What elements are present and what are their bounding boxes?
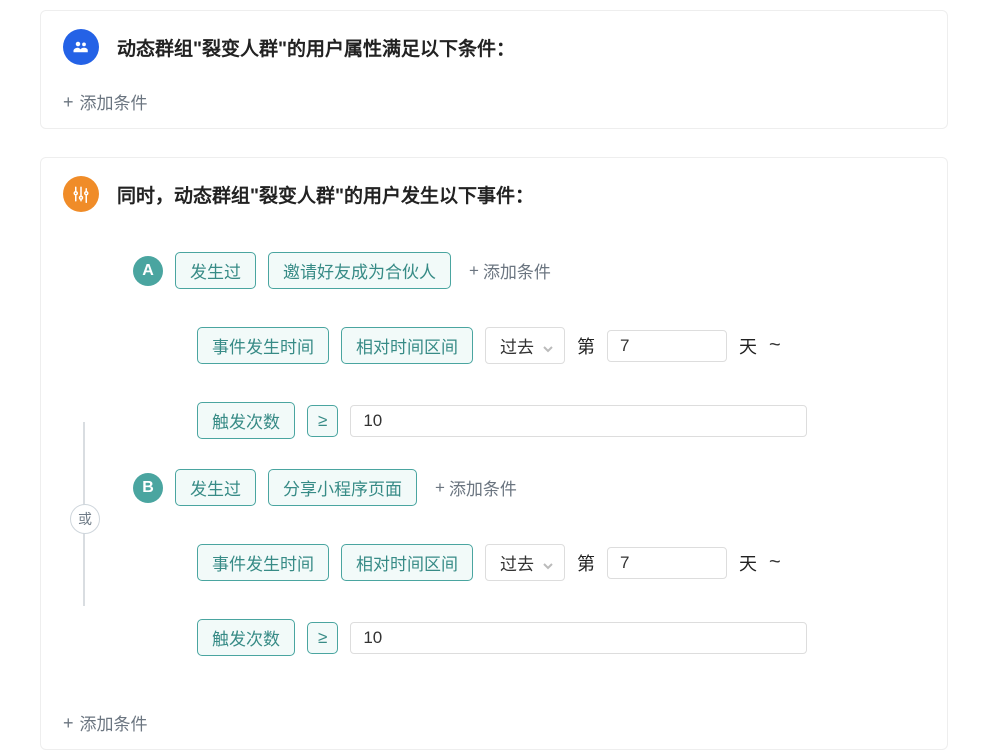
time-mode-tag-a[interactable]: 相对时间区间	[341, 327, 473, 364]
event-b-row1: B 发生过 分享小程序页面 + 添加条件	[133, 469, 807, 506]
occurred-tag-b[interactable]: 发生过	[175, 469, 256, 506]
time-label-tag-b[interactable]: 事件发生时间	[197, 544, 329, 581]
event-b-row2: 事件发生时间 相对时间区间 过去 第 天 ~	[197, 544, 807, 581]
trigger-value-input-b[interactable]	[350, 622, 807, 654]
event-block-b: B 发生过 分享小程序页面 + 添加条件 事件发生时间 相对时间区间 过去 第 …	[133, 469, 807, 656]
chevron-down-icon	[542, 557, 554, 569]
plus-icon: +	[63, 93, 74, 111]
sliders-icon	[63, 176, 99, 212]
event-block-a: A 发生过 邀请好友成为合伙人 + 添加条件 事件发生时间 相对时间区间 过去 …	[133, 252, 807, 439]
event-a-row1: A 发生过 邀请好友成为合伙人 + 添加条件	[133, 252, 807, 289]
time-label-tag-a[interactable]: 事件发生时间	[197, 327, 329, 364]
event-letter-a: A	[133, 256, 163, 286]
attributes-header: 动态群组"裂变人群"的用户属性满足以下条件：	[41, 11, 947, 75]
events-header: 同时，动态群组"裂变人群"的用户发生以下事件：	[41, 158, 947, 222]
plus-icon: +	[469, 261, 479, 281]
operator-tag-b[interactable]: ≥	[307, 622, 338, 654]
add-subcondition-a[interactable]: + 添加条件	[469, 258, 551, 283]
time-select-a[interactable]: 过去	[485, 327, 565, 364]
add-attribute-condition[interactable]: + 添加条件	[41, 75, 170, 128]
people-icon	[63, 29, 99, 65]
events-body: A 发生过 邀请好友成为合伙人 + 添加条件 事件发生时间 相对时间区间 过去 …	[41, 222, 947, 696]
add-event-condition[interactable]: + 添加条件	[41, 696, 170, 749]
event-b-row3: 触发次数 ≥	[197, 619, 807, 656]
range-separator-b: ~	[769, 551, 781, 574]
days-input-b[interactable]	[607, 547, 727, 579]
time-select-value-a: 过去	[500, 333, 534, 358]
plus-icon: +	[435, 478, 445, 498]
add-subcondition-label-b: 添加条件	[449, 475, 517, 500]
attributes-title: 动态群组"裂变人群"的用户属性满足以下条件：	[117, 34, 515, 61]
event-letter-b: B	[133, 473, 163, 503]
ordinal-label-a: 第	[577, 333, 595, 359]
time-select-b[interactable]: 过去	[485, 544, 565, 581]
plus-icon: +	[63, 714, 74, 732]
time-mode-tag-b[interactable]: 相对时间区间	[341, 544, 473, 581]
add-subcondition-label-a: 添加条件	[483, 258, 551, 283]
events-panel: 同时，动态群组"裂变人群"的用户发生以下事件： 或 A 发生过 邀请好友成为合伙…	[40, 157, 948, 750]
range-separator-a: ~	[769, 334, 781, 357]
event-name-tag-b[interactable]: 分享小程序页面	[268, 469, 417, 506]
add-attribute-label: 添加条件	[80, 89, 148, 114]
occurred-tag-a[interactable]: 发生过	[175, 252, 256, 289]
days-unit-b: 天	[739, 550, 757, 576]
trigger-value-input-a[interactable]	[350, 405, 807, 437]
event-a-row3: 触发次数 ≥	[197, 402, 807, 439]
add-subcondition-b[interactable]: + 添加条件	[435, 475, 517, 500]
days-unit-a: 天	[739, 333, 757, 359]
event-name-tag-a[interactable]: 邀请好友成为合伙人	[268, 252, 451, 289]
attributes-panel: 动态群组"裂变人群"的用户属性满足以下条件： + 添加条件	[40, 10, 948, 129]
trigger-count-tag-b[interactable]: 触发次数	[197, 619, 295, 656]
operator-tag-a[interactable]: ≥	[307, 405, 338, 437]
event-a-row2: 事件发生时间 相对时间区间 过去 第 天 ~	[197, 327, 807, 364]
or-badge: 或	[70, 504, 100, 534]
trigger-count-tag-a[interactable]: 触发次数	[197, 402, 295, 439]
days-input-a[interactable]	[607, 330, 727, 362]
time-select-value-b: 过去	[500, 550, 534, 575]
chevron-down-icon	[542, 340, 554, 352]
events-title: 同时，动态群组"裂变人群"的用户发生以下事件：	[117, 181, 534, 208]
add-event-condition-label: 添加条件	[80, 710, 148, 735]
ordinal-label-b: 第	[577, 550, 595, 576]
